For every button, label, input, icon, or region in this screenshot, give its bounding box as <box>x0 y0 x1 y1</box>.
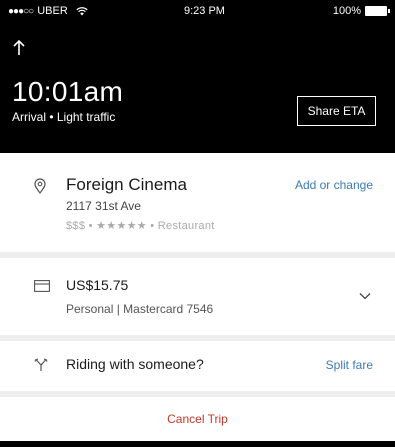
cancel-trip-button[interactable]: Cancel Trip <box>167 412 228 426</box>
split-fare-row[interactable]: Riding with someone? Split fare <box>0 341 395 391</box>
share-eta-button[interactable]: Share ETA <box>297 96 376 126</box>
signal-dots-icon: ●●●○○ <box>8 5 34 17</box>
payment-method: Personal | Mastercard 7546 <box>66 302 214 316</box>
cancel-trip-row[interactable]: Cancel Trip <box>0 397 395 441</box>
destination-name: Foreign Cinema <box>66 175 187 194</box>
destination-meta: $$$ • ★★★★★ • Restaurant <box>66 220 215 232</box>
credit-card-icon <box>34 280 50 292</box>
split-fare-icon <box>34 358 48 371</box>
split-fare-prompt: Riding with someone? <box>66 356 204 372</box>
up-arrow-icon <box>13 40 25 55</box>
status-bar: ●●●○○ UBER 9:23 PM 100% <box>0 0 395 22</box>
carrier-name: UBER <box>37 5 68 17</box>
eta-header: 10:01am Arrival • Light traffic Share ET… <box>0 22 395 153</box>
battery-icon <box>365 6 390 16</box>
chevron-down-icon[interactable] <box>359 292 371 300</box>
wifi-icon <box>76 6 88 15</box>
split-fare-link[interactable]: Split fare <box>326 358 373 372</box>
bottom-edge <box>0 441 395 447</box>
location-pin-icon <box>34 178 46 194</box>
trip-screen: ●●●○○ UBER 9:23 PM 100% 10:01am Arrival … <box>0 0 395 447</box>
arrival-time: 10:01am <box>12 76 124 107</box>
payment-card[interactable]: US$15.75 Personal | Mastercard 7546 <box>0 258 395 335</box>
battery-percent: 100% <box>332 5 361 17</box>
clock: 9:23 PM <box>184 5 225 17</box>
fare-amount: US$15.75 <box>66 277 129 293</box>
add-or-change-link[interactable]: Add or change <box>295 178 373 192</box>
destination-address: 2117 31st Ave <box>66 199 141 213</box>
destination-card[interactable]: Foreign Cinema 2117 31st Ave $$$ • ★★★★★… <box>0 153 395 252</box>
battery-group: 100% <box>332 5 390 17</box>
carrier-group: ●●●○○ UBER <box>8 5 88 17</box>
arrival-subtitle: Arrival • Light traffic <box>12 110 116 124</box>
